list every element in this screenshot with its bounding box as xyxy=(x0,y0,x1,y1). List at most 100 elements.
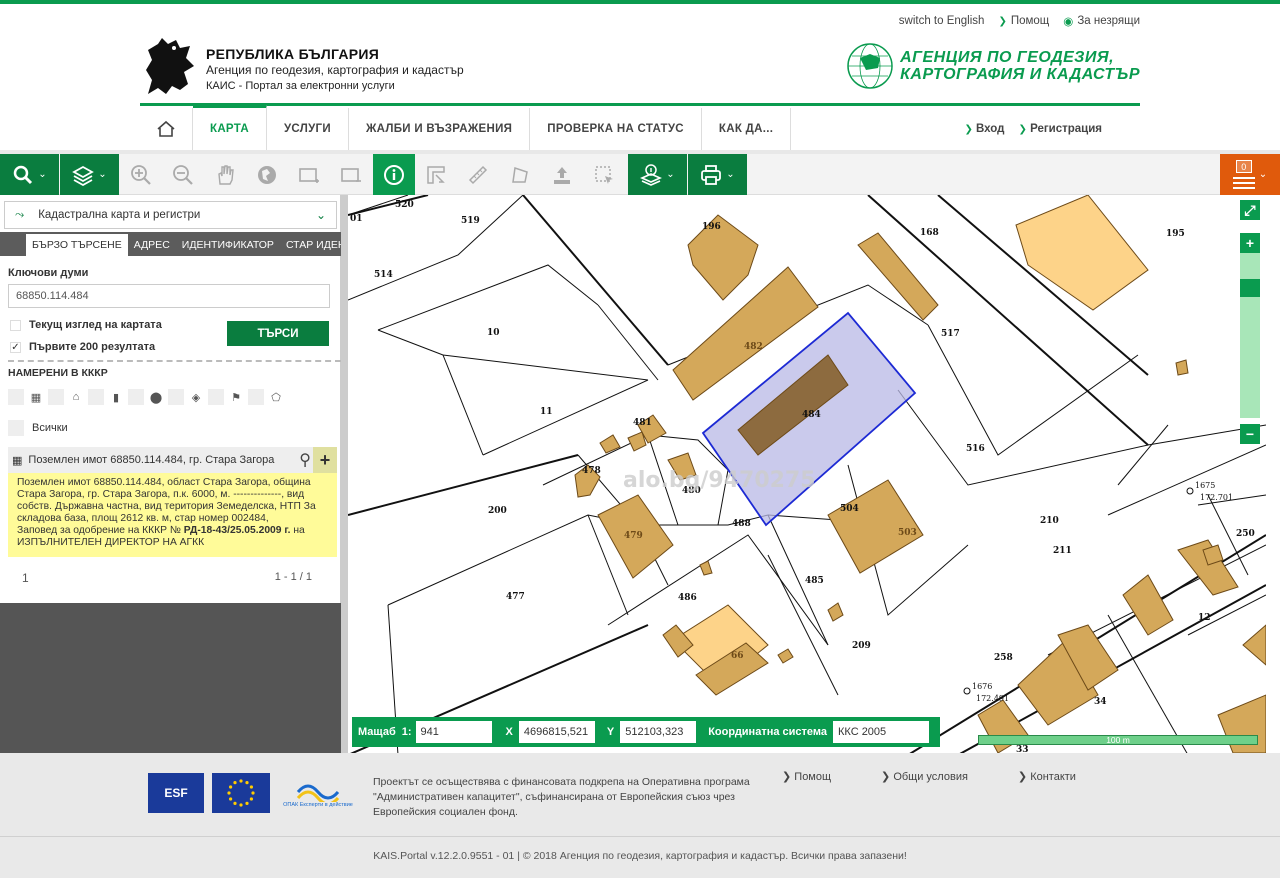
map-label-517: 517 xyxy=(941,329,960,339)
flag-icon[interactable]: ⚑ xyxy=(228,389,244,405)
map-label-34: 34 xyxy=(1094,697,1107,707)
filter-toggle-3[interactable] xyxy=(88,389,104,405)
nav-status-check[interactable]: ПРОВЕРКА НА СТАТУС xyxy=(530,108,702,150)
measure-area-tool-button[interactable] xyxy=(415,154,457,195)
footer-terms-link[interactable]: ❯ Общи условия xyxy=(881,770,968,783)
filter-toggle-2[interactable] xyxy=(48,389,64,405)
upload-tool-button[interactable] xyxy=(541,154,583,195)
nav-complaints[interactable]: ЖАЛБИ И ВЪЗРАЖЕНИЯ xyxy=(349,108,531,150)
layers-tool-button[interactable]: ⌄ xyxy=(60,154,119,195)
opak-wave-icon xyxy=(296,784,340,802)
print-tool-button[interactable]: ⌄ xyxy=(688,154,747,195)
nav-services[interactable]: УСЛУГИ xyxy=(267,108,349,150)
map-label-172491: 172.491 xyxy=(976,694,1009,703)
zoom-in-button[interactable]: + xyxy=(1240,233,1260,253)
panel-splitter[interactable] xyxy=(341,195,348,753)
info-tool-button[interactable] xyxy=(373,154,415,195)
crs-select[interactable]: ККС 2005 xyxy=(833,721,929,743)
hand-icon xyxy=(218,164,234,185)
current-view-checkbox[interactable]: Текущ изглед на картата xyxy=(10,319,162,331)
zoom-slider-handle[interactable] xyxy=(1240,279,1260,297)
filter-toggle-6[interactable] xyxy=(208,389,224,405)
login-link[interactable]: ❯ Вход xyxy=(964,123,1004,135)
filter-toggle-4[interactable] xyxy=(128,389,144,405)
result-header[interactable]: ▦ Поземлен имот 68850.114.484, гр. Стара… xyxy=(8,447,337,473)
filter-toggle-1[interactable] xyxy=(8,389,24,405)
search-tool-button[interactable]: ⌄ xyxy=(0,154,59,195)
map-label-196: 196 xyxy=(702,222,721,232)
footer-contacts-link[interactable]: ❯ Контакти xyxy=(1018,770,1076,783)
footer-help-link[interactable]: ❯ Помощ xyxy=(782,770,831,783)
pan-tool-button[interactable] xyxy=(204,154,246,195)
polygon-tool-button[interactable] xyxy=(499,154,541,195)
coat-of-arms-icon xyxy=(146,38,194,94)
filter-toggle-7[interactable] xyxy=(248,389,264,405)
map-label-12: 12 xyxy=(1198,613,1211,623)
keywords-input[interactable]: 68850.114.484 xyxy=(8,284,330,308)
top-accent-bar xyxy=(0,0,1280,4)
pager-page[interactable]: 1 xyxy=(22,571,29,585)
opak-logo: ОПАК Експерти в действие xyxy=(278,773,358,813)
tab-address[interactable]: АДРЕС xyxy=(128,234,176,256)
polygon-icon[interactable]: ⬠ xyxy=(268,389,284,405)
help-link[interactable]: ❯ Помощ xyxy=(998,14,1049,28)
zoom-slider-track[interactable] xyxy=(1240,253,1260,418)
house-icon[interactable]: ⌂ xyxy=(68,389,84,405)
map-label-514: 514 xyxy=(374,270,393,280)
cart-tool-button[interactable]: 0 ⌄ xyxy=(1220,154,1280,195)
zoom-in-tool-button[interactable] xyxy=(120,154,162,195)
chevron-right-icon: ❯ xyxy=(964,124,973,135)
zoom-out-button[interactable]: − xyxy=(1240,424,1260,444)
map-label-10: 10 xyxy=(487,328,500,338)
first200-checkbox[interactable]: ✓ Първите 200 резултата xyxy=(10,341,155,353)
scale-input[interactable]: 941 xyxy=(415,721,492,743)
nav-how-to[interactable]: КАК ДА... xyxy=(702,108,792,150)
full-extent-tool-button[interactable] xyxy=(246,154,288,195)
filter-toggle-5[interactable] xyxy=(168,389,184,405)
select-tool-button[interactable] xyxy=(583,154,625,195)
tab-quick-search[interactable]: БЪРЗО ТЪРСЕНЕ xyxy=(26,234,128,256)
search-tabs: БЪРЗО ТЪРСЕНЕ АДРЕС ИДЕНТИФИКАТОР СТАР И… xyxy=(0,232,361,256)
zoom-box-tool-button[interactable] xyxy=(288,154,330,195)
expand-icon: ⤢ xyxy=(1244,201,1256,218)
grid-icon[interactable]: ▦ xyxy=(28,389,44,405)
nav-map[interactable]: КАРТА xyxy=(193,105,267,150)
layer-select[interactable]: ⤳ Кадастрална карта и регистри ⌄ xyxy=(4,201,337,229)
agency-logo[interactable]: АГЕНЦИЯ ПО ГЕОДЕЗИЯ, КАРТОГРАФИЯ И КАДАС… xyxy=(846,42,1140,90)
impaired-link[interactable]: ◉ За незрящи xyxy=(1063,14,1140,28)
layer-info-tool-button[interactable]: ⌄ xyxy=(628,154,687,195)
measure-distance-tool-button[interactable] xyxy=(457,154,499,195)
cadastral-map[interactable]: 520 519 514 10 11 196 168 195 517 482 48… xyxy=(348,195,1266,753)
printer-icon xyxy=(701,164,722,185)
result-text-main: Поземлен имот 68850.114.484, област Стар… xyxy=(17,477,316,524)
building-icon[interactable]: ▮ xyxy=(108,389,124,405)
zoom-out-tool-button[interactable] xyxy=(162,154,204,195)
register-link[interactable]: ❯ Регистрация xyxy=(1018,123,1102,135)
footer-divider xyxy=(0,836,1280,837)
map-toolbar: ⌄ ⌄ ⌄ ⌄ 0 ⌄ xyxy=(0,154,1280,195)
map-canvas[interactable]: 520 519 514 10 11 196 168 195 517 482 48… xyxy=(348,195,1266,753)
location-pin-icon[interactable]: ⬤ xyxy=(148,389,164,405)
all-checkbox[interactable]: Всички xyxy=(8,420,68,436)
list-icon: 0 xyxy=(1232,159,1255,190)
switch-english-link[interactable]: switch to English xyxy=(899,14,985,28)
add-to-cart-button[interactable]: + xyxy=(313,447,337,473)
filter-icons: ▦ ⌂ ▮ ⬤ ◈ ⚑ ⬠ xyxy=(8,389,284,405)
tab-identifier[interactable]: ИДЕНТИФИКАТОР xyxy=(176,234,280,256)
zoom-box-out-tool-button[interactable] xyxy=(330,154,372,195)
layers-icon[interactable]: ◈ xyxy=(188,389,204,405)
fullscreen-button[interactable]: ⤢ xyxy=(1240,200,1260,220)
map-label-209: 209 xyxy=(852,641,871,651)
chevron-down-icon: ⌄ xyxy=(98,169,107,180)
search-button[interactable]: ТЪРСИ xyxy=(227,321,329,346)
minus-icon: − xyxy=(1245,426,1255,442)
divider xyxy=(8,360,341,362)
rectangle-plus-icon xyxy=(299,167,319,183)
opak-logo-text: ОПАК Експерти в действие xyxy=(283,802,353,808)
map-label-33: 33 xyxy=(1016,745,1029,753)
map-label-488: 488 xyxy=(732,519,751,529)
result-order-number: РД-18-43/25.05.2009 г. xyxy=(183,525,291,536)
nav-home[interactable] xyxy=(140,108,193,150)
zoom-to-result-icon[interactable]: ⚲ xyxy=(299,450,311,470)
map-label-168: 168 xyxy=(920,228,939,238)
